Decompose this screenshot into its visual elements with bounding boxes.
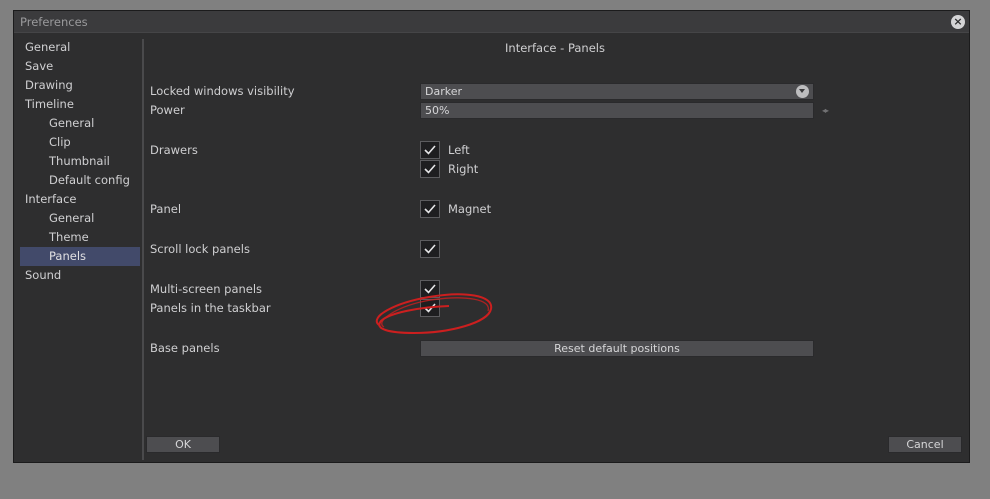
title-bar: Preferences × (14, 11, 969, 33)
preferences-window: Preferences × General Save Drawing Timel… (13, 10, 970, 463)
sidebar-item-panels[interactable]: Panels (20, 247, 140, 266)
drawers-right-label: Right (448, 162, 479, 176)
power-value: 50% (425, 104, 450, 117)
magnet-checkbox[interactable] (420, 200, 440, 218)
spinner-arrows-icon[interactable]: ◂▸ (822, 106, 829, 115)
sidebar-divider[interactable] (142, 39, 144, 460)
sidebar-item-label: Timeline (25, 97, 74, 111)
magnet-label: Magnet (448, 202, 492, 216)
sidebar-item-label: Theme (49, 230, 89, 244)
sidebar-item-label: Save (25, 59, 54, 73)
sidebar-item-label: Sound (25, 268, 62, 282)
scroll-lock-label: Scroll lock panels (150, 242, 250, 256)
red-circle-annotation (375, 293, 493, 335)
power-label: Power (150, 103, 185, 117)
chevron-down-icon (796, 85, 809, 98)
sidebar-item-label: Default config (49, 173, 130, 187)
sidebar-item-timeline-general[interactable]: General (20, 114, 140, 133)
taskbar-label: Panels in the taskbar (150, 301, 271, 315)
ok-button[interactable]: OK (146, 436, 220, 453)
sidebar-item-interface[interactable]: Interface (20, 190, 140, 209)
sidebar-item-drawing[interactable]: Drawing (20, 76, 140, 95)
sidebar-item-timeline[interactable]: Timeline (20, 95, 140, 114)
sidebar-item-default-config[interactable]: Default config (20, 171, 140, 190)
panel-label: Panel (150, 202, 182, 216)
dropdown-value: Darker (425, 85, 463, 98)
base-panels-label: Base panels (150, 341, 220, 355)
drawers-left-checkbox[interactable] (420, 141, 440, 159)
multi-screen-label: Multi-screen panels (150, 282, 263, 296)
sidebar-item-sound[interactable]: Sound (20, 266, 140, 285)
sidebar-item-general[interactable]: General (20, 38, 140, 57)
sidebar-item-label: Drawing (25, 78, 73, 92)
sidebar-item-label: General (49, 116, 95, 130)
drawers-left-label: Left (448, 143, 470, 157)
sidebar-item-interface-general[interactable]: General (20, 209, 140, 228)
power-field[interactable]: 50% (420, 102, 814, 119)
sidebar-item-label: General (49, 211, 95, 225)
page-title: Interface - Panels (505, 41, 605, 55)
window-title: Preferences (20, 15, 88, 29)
scroll-lock-checkbox[interactable] (420, 240, 440, 258)
sidebar-item-save[interactable]: Save (20, 57, 140, 76)
drawers-right-checkbox[interactable] (420, 160, 440, 178)
cancel-button[interactable]: Cancel (888, 436, 962, 453)
locked-windows-label: Locked windows visibility (150, 84, 295, 98)
sidebar-item-thumbnail[interactable]: Thumbnail (20, 152, 140, 171)
locked-windows-dropdown[interactable]: Darker (420, 83, 814, 100)
close-icon[interactable]: × (951, 15, 965, 29)
drawers-label: Drawers (150, 143, 198, 157)
sidebar-item-clip[interactable]: Clip (20, 133, 140, 152)
checkmark-icon (424, 164, 436, 174)
sidebar-item-label: Clip (49, 135, 71, 149)
reset-default-positions-button[interactable]: Reset default positions (420, 340, 814, 357)
sidebar-item-label: Interface (25, 192, 77, 206)
checkmark-icon (424, 204, 436, 214)
sidebar-item-label: Thumbnail (49, 154, 110, 168)
sidebar-item-label: Panels (49, 249, 87, 263)
sidebar: General Save Drawing Timeline General Cl… (20, 38, 140, 285)
checkmark-icon (424, 145, 436, 155)
sidebar-item-label: General (25, 40, 71, 54)
sidebar-item-theme[interactable]: Theme (20, 228, 140, 247)
checkmark-icon (424, 244, 436, 254)
